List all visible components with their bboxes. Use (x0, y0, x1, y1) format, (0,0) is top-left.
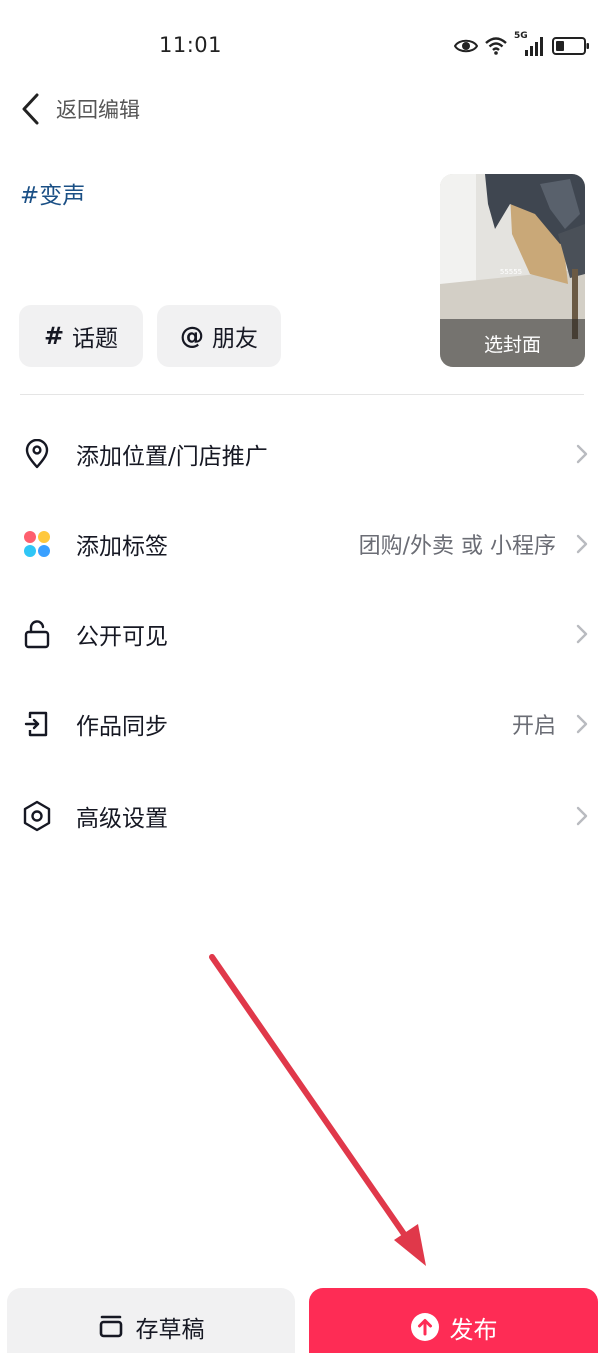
row-advanced-settings-label: 高级设置 (76, 806, 168, 832)
at-icon: @ (180, 322, 204, 350)
row-visibility-label: 公开可见 (76, 624, 168, 650)
battery-icon (552, 37, 589, 55)
divider (20, 394, 584, 395)
chevron-right-icon (576, 444, 588, 464)
row-sync-value: 开启 (511, 714, 556, 739)
signal-icon: 5G (514, 31, 546, 58)
tag-dots-icon (20, 527, 54, 561)
chevron-right-icon (576, 624, 588, 644)
cover-thumbnail[interactable]: 55555 选封面 (440, 174, 585, 367)
status-bar: 11:01 5G (0, 0, 612, 92)
caption-text[interactable]: #变声 (20, 176, 85, 210)
upload-arrow-icon (410, 1313, 439, 1341)
draft-box-icon (99, 1315, 122, 1338)
location-pin-icon (20, 437, 54, 471)
row-advanced-settings[interactable]: 高级设置 (0, 771, 612, 861)
add-topic-label: 话题 (72, 326, 119, 352)
status-time: 11:01 (159, 33, 223, 57)
save-draft-label: 存草稿 (135, 1317, 205, 1343)
hexagon-settings-icon (20, 799, 54, 833)
row-sync[interactable]: 作品同步 开启 (0, 679, 612, 769)
row-add-tag-value: 团购/外卖 或 小程序 (358, 534, 556, 559)
row-visibility[interactable]: 公开可见 (0, 589, 612, 679)
row-add-tag-label: 添加标签 (76, 534, 168, 560)
sync-icon (20, 707, 54, 741)
mention-friend-button[interactable]: @ 朋友 (157, 305, 281, 367)
back-label: 返回编辑 (56, 98, 140, 122)
mention-friend-label: 朋友 (212, 326, 258, 352)
publish-button[interactable]: 发布 (309, 1288, 598, 1353)
chevron-right-icon (576, 714, 588, 734)
chevron-right-icon (576, 534, 588, 554)
chevron-right-icon (576, 806, 588, 826)
row-sync-label: 作品同步 (76, 714, 168, 740)
add-topic-button[interactable]: # 话题 (19, 305, 143, 367)
unlock-icon (20, 617, 54, 651)
row-add-location[interactable]: 添加位置/门店推广 (0, 409, 612, 499)
hashtag-icon: # (43, 322, 65, 350)
chevron-left-icon (22, 93, 39, 125)
save-draft-button[interactable]: 存草稿 (7, 1288, 295, 1353)
select-cover-button[interactable]: 选封面 (440, 319, 585, 367)
row-add-location-label: 添加位置/门店推广 (76, 444, 268, 470)
publish-label: 发布 (449, 1316, 498, 1344)
row-add-tag[interactable]: 添加标签 团购/外卖 或 小程序 (0, 499, 612, 589)
select-cover-label: 选封面 (483, 333, 541, 356)
status-icons: 5G (454, 31, 590, 59)
eye-icon (454, 39, 478, 53)
cover-overlay-text: 55555 (500, 268, 522, 276)
wifi-icon (485, 37, 507, 55)
back-button[interactable]: 返回编辑 (20, 90, 140, 128)
